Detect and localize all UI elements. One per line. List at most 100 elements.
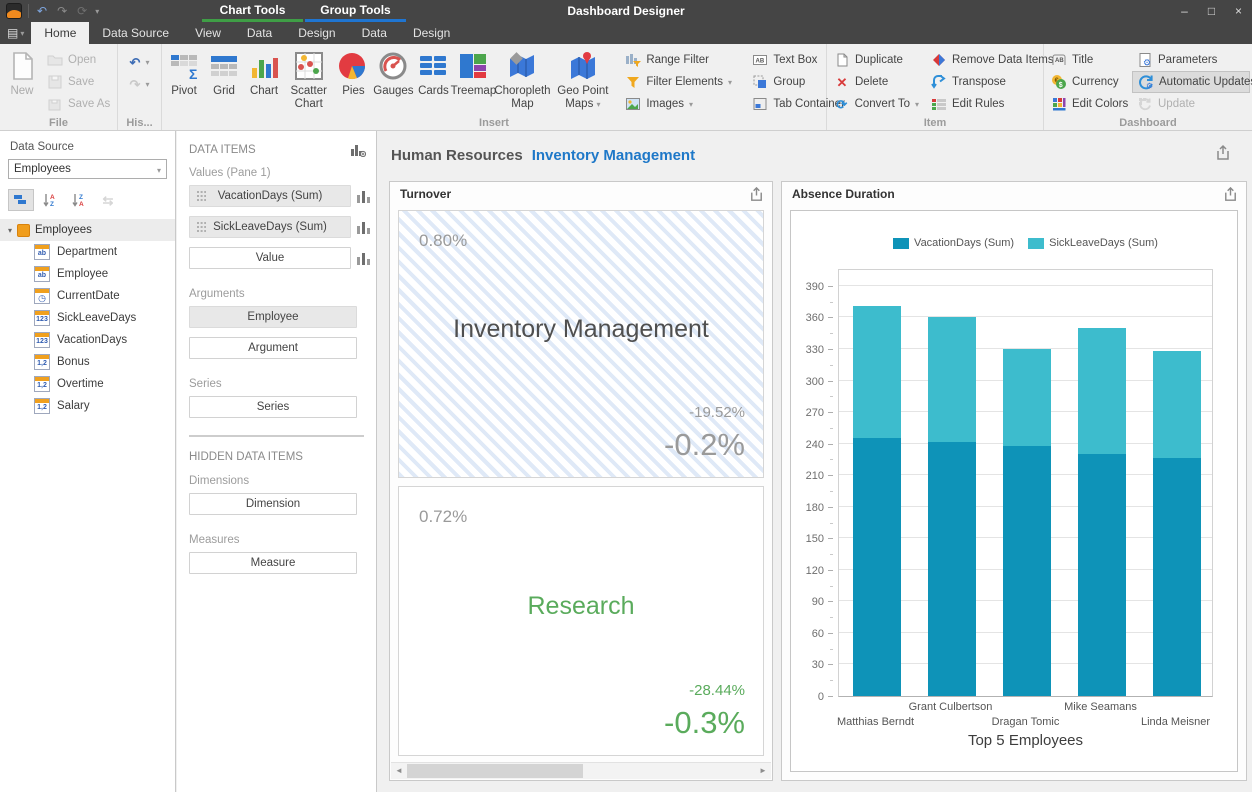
tab-view[interactable]: View [182, 22, 234, 44]
edit-colors-button[interactable]: Edit Colors [1046, 93, 1130, 115]
field-item-bonus[interactable]: 1,2Bonus [0, 351, 175, 373]
bar-vacation-0[interactable] [853, 438, 901, 696]
drag-handle-icon[interactable] [197, 191, 206, 202]
tree-node-employees[interactable]: ▾ Employees [0, 219, 175, 241]
quick-undo-icon[interactable]: ↶ [35, 5, 49, 17]
dashboard-export-icon[interactable] [1214, 144, 1232, 162]
save-as-button[interactable]: Save As [42, 93, 115, 115]
redo-button[interactable]: ↷ ▾ [125, 73, 155, 95]
tab-chart-data[interactable]: Data [234, 22, 285, 44]
chart-options-icon[interactable] [357, 221, 370, 234]
delete-button[interactable]: ✕ Delete [829, 71, 924, 93]
scrollbar-thumb[interactable] [407, 764, 583, 778]
absence-export-icon[interactable] [1222, 186, 1239, 203]
drag-handle-icon[interactable] [197, 222, 206, 233]
open-button[interactable]: Open [42, 49, 115, 71]
card-inventory-management[interactable]: 0.80%Inventory Management-19.52%-0.2% [398, 210, 764, 478]
data-item-chip[interactable]: Value [189, 247, 351, 269]
data-item-chip[interactable]: Employee [189, 306, 357, 328]
field-item-employee[interactable]: abEmployee [0, 263, 175, 285]
scroll-right-icon[interactable]: ► [755, 763, 771, 779]
horizontal-scrollbar[interactable]: ◄ ► [391, 762, 771, 779]
pivot-button[interactable]: Σ Pivot [164, 47, 204, 101]
data-item-chip[interactable]: Measure [189, 552, 357, 574]
gauges-button[interactable]: Gauges [373, 47, 413, 101]
scroll-left-icon[interactable]: ◄ [391, 763, 407, 779]
bar-vacation-4[interactable] [1153, 458, 1201, 696]
filter-elements-button[interactable]: Filter Elements ▾ [620, 71, 745, 93]
chart-button[interactable]: Chart [244, 47, 284, 101]
field-item-salary[interactable]: 1,2Salary [0, 395, 175, 417]
close-button[interactable]: × [1225, 0, 1252, 22]
automatic-updates-button[interactable]: ⚙ Automatic Updates [1132, 71, 1250, 93]
data-item-chip[interactable]: Series [189, 396, 357, 418]
parameters-button[interactable]: ⚙ Parameters [1132, 49, 1250, 71]
transpose-button[interactable]: Transpose [926, 71, 1044, 93]
new-button[interactable]: New [2, 47, 42, 115]
sort-az-button[interactable]: AZ [37, 189, 63, 211]
bar-vacation-3[interactable] [1078, 454, 1126, 696]
group-by-type-button[interactable] [8, 189, 34, 211]
tab-group-data[interactable]: Data [349, 22, 400, 44]
add-pane-icon[interactable] [350, 143, 366, 157]
bar-sickleave-0[interactable] [853, 306, 901, 439]
undo-button[interactable]: ↶ ▾ [125, 51, 155, 73]
data-item-chip[interactable]: Dimension [189, 493, 357, 515]
context-tab-group-tools[interactable]: Group Tools [305, 0, 406, 22]
field-item-vacationdays[interactable]: 123VacationDays [0, 329, 175, 351]
field-item-department[interactable]: abDepartment [0, 241, 175, 263]
minimize-button[interactable]: – [1171, 0, 1198, 22]
edit-rules-button[interactable]: Edit Rules [926, 93, 1044, 115]
remove-data-items-button[interactable]: Remove Data Items [926, 49, 1044, 71]
bar-sickleave-3[interactable] [1078, 328, 1126, 454]
update-button[interactable]: Update [1132, 93, 1250, 115]
data-item-chip[interactable]: VacationDays (Sum) [189, 185, 351, 207]
pies-button[interactable]: Pies [333, 47, 373, 101]
card-research[interactable]: 0.72%Research-28.44%-0.3% [398, 486, 764, 756]
legend-entry-1[interactable]: SickLeaveDays (Sum) [1028, 237, 1158, 249]
tab-chart-design[interactable]: Design [285, 22, 348, 44]
images-button[interactable]: Images ▾ [620, 93, 745, 115]
maximize-button[interactable]: □ [1198, 0, 1225, 22]
context-tab-chart-tools[interactable]: Chart Tools [202, 0, 303, 22]
application-menu-button[interactable]: ▤ ▾ [0, 22, 31, 44]
tab-data-source[interactable]: Data Source [89, 22, 182, 44]
duplicate-button[interactable]: Duplicate [829, 49, 924, 71]
bar-sickleave-4[interactable] [1153, 351, 1201, 458]
choropleth-map-button[interactable]: Choropleth Map [493, 47, 551, 114]
chart-options-icon[interactable] [357, 190, 370, 203]
data-item-chip[interactable]: SickLeaveDays (Sum) [189, 216, 351, 238]
save-button[interactable]: Save [42, 71, 115, 93]
tab-home[interactable]: Home [31, 22, 89, 44]
range-filter-button[interactable]: Range Filter [620, 49, 745, 71]
field-item-currentdate[interactable]: ◷CurrentDate [0, 285, 175, 307]
tab-group-design[interactable]: Design [400, 22, 463, 44]
bar-sickleave-2[interactable] [1003, 349, 1051, 446]
bar-sickleave-1[interactable] [928, 317, 976, 441]
field-item-overtime[interactable]: 1,2Overtime [0, 373, 175, 395]
bar-vacation-2[interactable] [1003, 446, 1051, 696]
absence-chart[interactable]: VacationDays (Sum)SickLeaveDays (Sum) 03… [790, 210, 1238, 772]
data-source-combobox[interactable]: Employees ▾ [8, 159, 167, 179]
grid-button[interactable]: Grid [204, 47, 244, 101]
absence-duration-group[interactable]: Absence Duration VacationDays (Sum)SickL… [781, 181, 1247, 781]
chart-options-icon[interactable] [357, 252, 370, 265]
tree-expander-icon[interactable]: ▾ [8, 226, 12, 235]
convert-to-button[interactable]: ⟳ Convert To ▾ [829, 93, 924, 115]
currency-button[interactable]: €$ Currency [1046, 71, 1130, 93]
legend-entry-0[interactable]: VacationDays (Sum) [893, 237, 1014, 249]
title-button[interactable]: AB Title [1046, 49, 1130, 71]
scatter-chart-button[interactable]: Scatter Chart [284, 47, 333, 114]
turnover-export-icon[interactable] [748, 186, 765, 203]
quick-redo-icon[interactable]: ↷ [55, 5, 69, 17]
data-item-chip[interactable]: Argument [189, 337, 357, 359]
geo-point-maps-button[interactable]: Geo Point Maps ▾ [551, 47, 614, 114]
quick-access-caret-icon[interactable]: ▾ [95, 7, 99, 16]
treemap-button[interactable]: Treemap [453, 47, 493, 101]
swap-fields-button[interactable]: ⇆ [95, 189, 121, 211]
sort-za-button[interactable]: ZA [66, 189, 92, 211]
cards-button[interactable]: Cards [413, 47, 453, 101]
bar-vacation-1[interactable] [928, 442, 976, 696]
turnover-group[interactable]: Turnover 0.80%Inventory Management-19.52… [389, 181, 773, 781]
field-item-sickleavedays[interactable]: 123SickLeaveDays [0, 307, 175, 329]
